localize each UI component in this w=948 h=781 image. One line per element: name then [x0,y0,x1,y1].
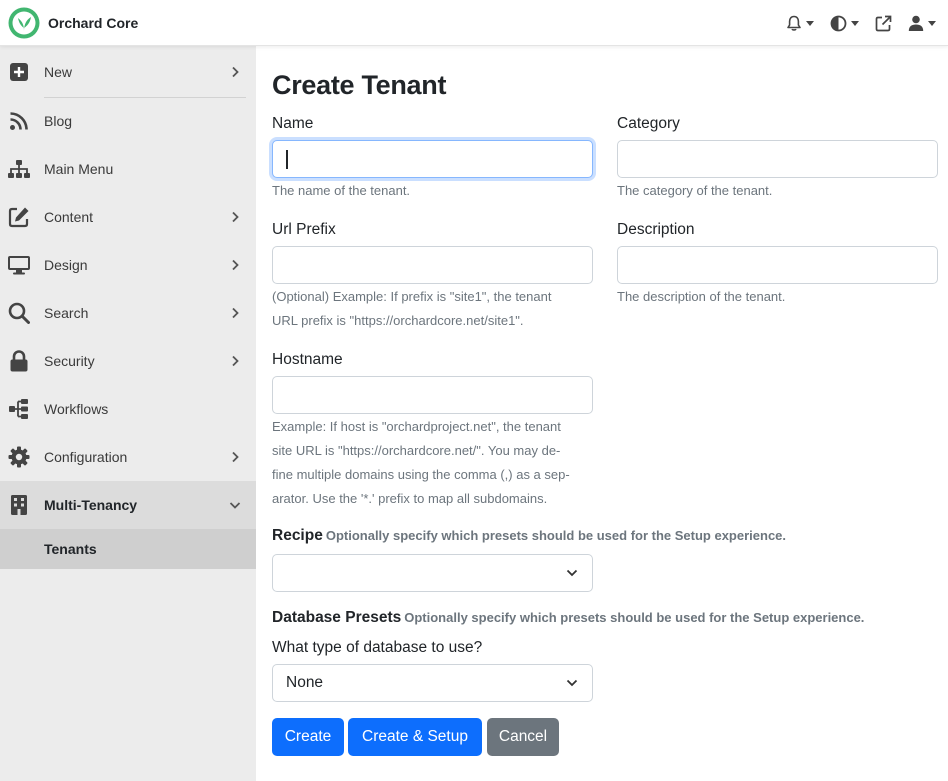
hint-line: fine multiple domains using the comma (,… [272,467,570,482]
database-presets-heading: Database Presets Optionally specify which… [272,609,864,627]
recipe-heading: Recipe Optionally specify which presets s… [272,527,786,545]
hostname-input[interactable] [272,376,593,414]
hostname-label: Hostname [272,351,343,368]
category-hint: The category of the tenant. [617,183,773,198]
name-label: Name [272,115,314,132]
gear-icon [7,445,31,469]
hint-line: Example: If host is "orchardproject.net"… [272,419,561,434]
chevron-down-icon [806,20,814,26]
sidebar-item-label: Design [44,257,88,273]
chevron-down-icon [566,569,578,577]
plus-square-icon [7,60,31,84]
sidebar-item-label: Multi-Tenancy [44,497,138,513]
chevron-down-icon [566,679,578,687]
sidebar-item-label: Search [44,305,89,321]
database-presets-subtext: Optionally specify which presets should … [404,610,865,625]
url-prefix-label: Url Prefix [272,221,336,238]
user-icon [908,15,924,31]
sidebar-item-label: Tenants [44,541,97,557]
sidebar-item-label: Blog [44,113,73,129]
visit-site-button[interactable] [875,15,892,32]
sidebar-item-content[interactable]: Content [0,193,256,241]
create-setup-button[interactable]: Create & Setup [348,718,482,756]
url-prefix-hint: (Optional) Example: If prefix is "site1"… [272,285,551,333]
hint-line: URL prefix is "https://orchardcore.net/s… [272,313,524,328]
orchard-logo-icon [8,7,40,39]
sidebar-item-configuration[interactable]: Configuration [0,433,256,481]
chevron-right-icon [232,451,239,463]
hint-line: site URL is "https://orchardcore.net/". … [272,443,561,458]
sidebar-item-label: Workflows [44,401,109,417]
lock-icon [7,349,31,373]
hint-line: (Optional) Example: If prefix is "site1"… [272,289,552,304]
chevron-right-icon [232,211,239,223]
chevron-right-icon [232,355,239,367]
chevron-down-icon [229,502,241,509]
recipe-label: Recipe [272,527,323,544]
sidebar-item-design[interactable]: Design [0,241,256,289]
create-button[interactable]: Create [272,718,344,756]
text-cursor [286,150,288,169]
description-label: Description [617,221,695,238]
contrast-icon [830,15,847,31]
sidebar-item-new[interactable]: New [0,48,256,98]
sidebar-item-label: Security [44,353,95,369]
url-prefix-input[interactable] [272,246,593,284]
cancel-button[interactable]: Cancel [487,718,559,756]
chevron-right-icon [232,66,239,78]
recipe-select[interactable] [272,554,593,592]
top-navbar: Orchard Core [0,0,948,46]
chevron-down-icon [928,20,936,26]
sidebar-item-main-menu[interactable]: Main Menu [0,145,256,193]
edit-icon [7,205,31,229]
sidebar-item-search[interactable]: Search [0,289,256,337]
sidebar-item-tenants[interactable]: Tenants [0,529,256,569]
main-content: Create Tenant Name The name of the tenan… [256,46,948,781]
hostname-hint: Example: If host is "orchardproject.net"… [272,415,570,511]
search-icon [7,301,31,325]
app-title: Orchard Core [48,15,139,31]
recipe-subtext: Optionally specify which presets should … [325,528,787,543]
sidebar-item-label: Configuration [44,449,128,465]
sidebar-item-blog[interactable]: Blog [0,97,256,145]
sidebar-item-label: Content [44,209,94,225]
chevron-right-icon [232,259,239,271]
sidebar-item-workflows[interactable]: Workflows [0,385,256,433]
desktop-icon [7,253,31,277]
database-presets-label: Database Presets [272,609,402,626]
description-hint: The description of the tenant. [617,289,786,304]
name-hint: The name of the tenant. [272,183,411,198]
chevron-down-icon [851,20,859,26]
database-type-select[interactable]: None [272,664,593,702]
category-label: Category [617,115,680,132]
user-menu-button[interactable] [908,15,936,31]
database-type-label: What type of database to use? [272,639,483,656]
sidebar-item-multi-tenancy[interactable]: Multi-Tenancy [0,481,256,529]
theme-toggle-button[interactable] [830,15,859,32]
database-type-selected-value: None [286,674,324,691]
hint-line: arator. Use the '*.' prefix to map all s… [272,491,548,506]
sidebar: New Blog Main Menu Content Design Search [0,46,256,781]
brand[interactable]: Orchard Core [8,6,138,40]
sitemap-icon [7,157,31,181]
sidebar-item-label: New [44,64,73,80]
chevron-right-icon [232,307,239,319]
sidebar-item-security[interactable]: Security [0,337,256,385]
workflow-icon [7,397,31,421]
sidebar-item-label: Main Menu [44,161,114,177]
page-title: Create Tenant [272,70,447,100]
description-input[interactable] [617,246,938,284]
rss-icon [7,109,31,133]
category-input[interactable] [617,140,938,178]
external-link-icon [875,15,892,31]
name-input[interactable] [272,140,593,178]
bell-icon [787,15,801,31]
building-icon [7,493,31,517]
notifications-button[interactable] [786,15,814,32]
